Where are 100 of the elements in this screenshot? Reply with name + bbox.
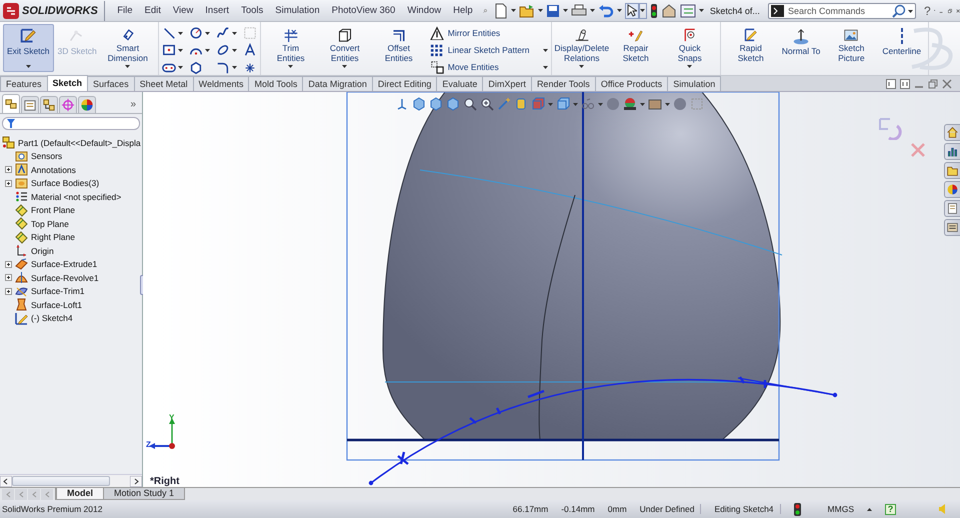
caret-icon[interactable] (204, 48, 210, 52)
search-icon[interactable] (892, 4, 906, 18)
caret-icon[interactable] (590, 9, 595, 12)
menu-item[interactable]: Tools (235, 5, 270, 16)
scroll-right-icon[interactable] (130, 476, 142, 486)
expand-icon[interactable] (5, 166, 12, 174)
caret-icon[interactable] (178, 32, 183, 34)
text-a-icon[interactable] (242, 43, 257, 58)
panel-tab[interactable] (78, 96, 96, 113)
command-tab[interactable]: Direct Editing (372, 76, 438, 91)
caret-icon[interactable] (232, 32, 237, 34)
ribbon-button[interactable]: Sketch Picture (824, 24, 878, 72)
caret-icon[interactable] (616, 9, 622, 12)
tree-item[interactable]: Front Plane (0, 204, 142, 217)
save-icon[interactable] (546, 4, 560, 18)
ribbon-list-button[interactable]: Linear Sketch Pattern (430, 43, 548, 57)
axis-icon[interactable] (395, 97, 409, 111)
caret-icon[interactable] (665, 102, 670, 106)
horizontal-scrollbar[interactable] (0, 474, 142, 487)
menu-item[interactable]: Help (447, 5, 479, 16)
spline-icon[interactable] (216, 26, 230, 40)
command-tab[interactable]: Office Products (594, 76, 668, 91)
scrollbar-thumb[interactable] (12, 476, 110, 486)
zoom-icon[interactable] (480, 97, 494, 111)
open-folder-icon[interactable] (518, 4, 535, 18)
tree-item[interactable]: Surface-Loft1 (0, 298, 142, 312)
tree-item[interactable]: Right Plane (0, 230, 142, 244)
command-tab[interactable]: Evaluate (436, 76, 484, 91)
task-pane-tab[interactable] (944, 181, 960, 198)
menu-item[interactable]: Edit (138, 5, 167, 16)
scroll-left-icon[interactable] (0, 476, 12, 486)
caret-icon[interactable] (26, 65, 31, 68)
zoom-icon[interactable] (463, 97, 477, 111)
caret-icon[interactable] (288, 65, 294, 68)
ribbon-button[interactable]: Trim Entities (264, 24, 318, 72)
close-icon[interactable] (942, 79, 952, 89)
sketch-line[interactable] (347, 438, 779, 442)
caret-icon[interactable] (178, 66, 183, 70)
panel-tab[interactable] (2, 94, 20, 113)
caret-icon[interactable] (232, 66, 237, 70)
expand-icon[interactable] (5, 288, 12, 295)
tree-item[interactable]: Origin (0, 244, 142, 258)
tree-item[interactable]: Surface-Revolve1 (0, 271, 142, 284)
caret-icon[interactable] (232, 48, 237, 52)
line-icon[interactable] (162, 26, 176, 40)
menu-item[interactable]: View (166, 5, 200, 16)
caret-icon[interactable] (562, 9, 568, 12)
color-ball-icon[interactable] (623, 97, 637, 111)
caret-icon[interactable] (178, 48, 183, 52)
cube-icon[interactable] (429, 97, 443, 111)
traffic-light-icon[interactable] (650, 2, 658, 18)
task-pane-tab[interactable] (944, 143, 960, 160)
task-pane-tab[interactable] (944, 219, 960, 236)
panel-tab[interactable] (40, 96, 58, 113)
tree-item[interactable]: Top Plane (0, 217, 142, 230)
tree-item[interactable]: (-) Sketch4 (0, 312, 142, 325)
caret-icon[interactable] (542, 66, 548, 68)
expand-icon[interactable] (5, 180, 12, 187)
caret-icon[interactable] (342, 65, 348, 68)
menu-item[interactable]: Window (401, 5, 448, 16)
menu-item[interactable]: Simulation (269, 5, 326, 16)
glasses-icon[interactable] (581, 97, 595, 111)
model-tab[interactable]: Motion Study 1 (103, 488, 186, 500)
rectangle-icon[interactable] (162, 43, 176, 58)
task-pane-tab[interactable] (944, 200, 960, 217)
caret-icon[interactable] (125, 65, 130, 68)
command-tab[interactable]: Mold Tools (248, 76, 304, 91)
caret-icon[interactable] (908, 10, 913, 12)
command-tab[interactable]: DimXpert (482, 76, 532, 91)
select-button[interactable] (624, 2, 639, 18)
caret-icon[interactable] (510, 9, 516, 12)
cube-icon[interactable] (412, 97, 426, 111)
caret-icon[interactable] (204, 32, 210, 34)
new-document-icon[interactable] (494, 2, 508, 18)
command-tab[interactable]: Data Migration (302, 76, 373, 91)
tree-item[interactable]: Annotations (0, 163, 142, 176)
caret-icon[interactable] (698, 9, 704, 12)
tile-icon[interactable] (900, 79, 910, 89)
menu-item[interactable]: PhotoView 360 (326, 5, 402, 16)
select-dropdown[interactable] (638, 2, 647, 18)
ribbon-button[interactable]: Exit Sketch (3, 24, 54, 72)
list-icon[interactable] (680, 4, 696, 18)
print-icon[interactable] (570, 4, 587, 18)
filter-field[interactable] (2, 117, 140, 130)
expand-icon[interactable] (5, 274, 12, 282)
command-tab[interactable]: Render Tools (530, 76, 596, 91)
ribbon-list-button[interactable]: Mirror Entities (430, 26, 548, 40)
more-tabs-button[interactable]: » (130, 98, 136, 110)
help-button[interactable]: ? (885, 504, 896, 514)
ribbon-button[interactable]: Offset Entities (372, 24, 426, 72)
ribbon-button[interactable]: Display/Delete Relations (554, 24, 609, 72)
ribbon-button[interactable]: Rapid Sketch (724, 24, 778, 72)
caret-icon[interactable] (640, 102, 645, 106)
ellipse-icon[interactable] (216, 43, 230, 58)
menu-item[interactable]: Insert (199, 5, 236, 16)
circle-icon[interactable] (188, 26, 203, 40)
tree-item[interactable]: Surface-Trim1 (0, 284, 142, 298)
task-pane-tab[interactable] (944, 124, 960, 141)
units-field[interactable]: MMGS (828, 504, 854, 514)
ribbon-button[interactable]: Repair Sketch (608, 24, 663, 72)
